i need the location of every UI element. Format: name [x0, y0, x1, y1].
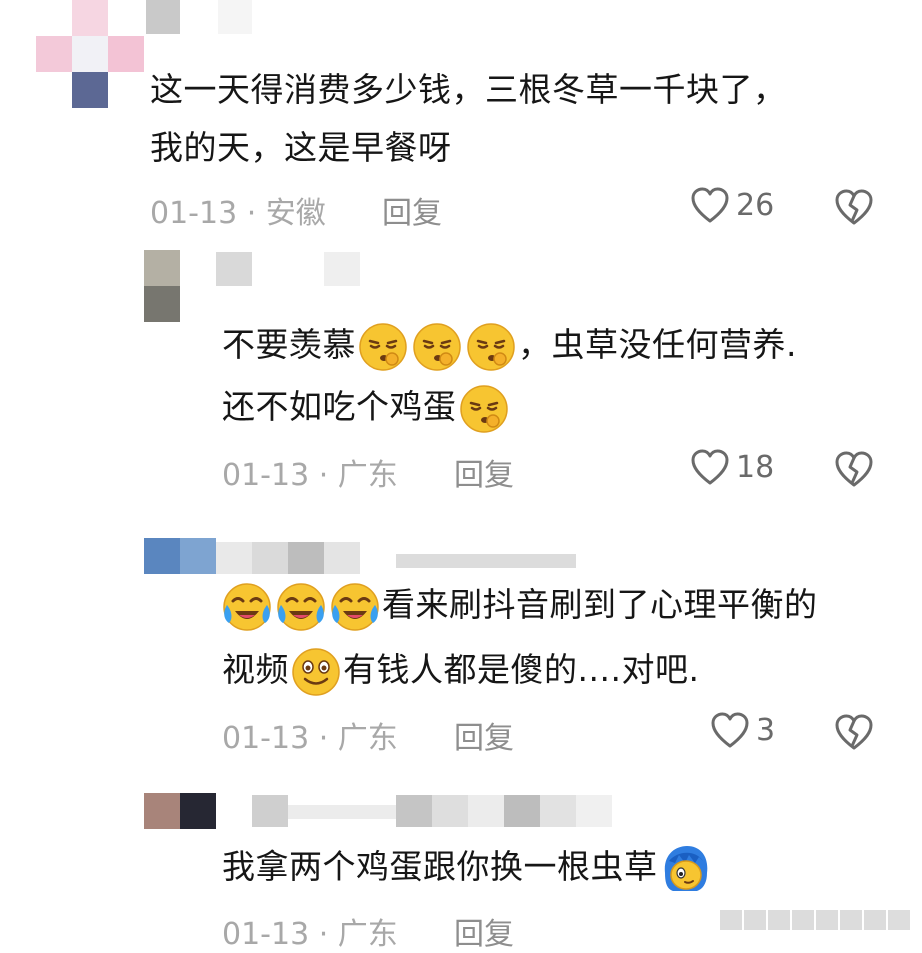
avatar[interactable] [144, 793, 216, 829]
comment-text: ，虫草没任何营养. [518, 325, 797, 364]
watermark-cell [768, 910, 790, 930]
like-count: 26 [736, 187, 775, 223]
meta-separator: · [309, 917, 338, 952]
reply-button[interactable]: 回复 [454, 909, 514, 953]
comment-text-line: 不要羡慕 ，虫草没任何营养. [222, 315, 797, 375]
comment-location: 广东 [337, 458, 398, 493]
heart-icon [711, 712, 749, 748]
like-count: 3 [756, 712, 776, 748]
crying-laughing-emoji-icon [221, 581, 273, 633]
reply-button[interactable]: 回复 [454, 713, 514, 757]
tired-emoji-icon [465, 321, 517, 373]
smile-emoji-icon [290, 646, 342, 698]
heart-icon [691, 187, 729, 223]
username-blurred[interactable] [216, 250, 366, 286]
watermark-cell [816, 910, 838, 930]
comment-date: 01-13 [222, 917, 310, 952]
tired-emoji-icon [458, 383, 510, 435]
reply-button[interactable]: 回复 [382, 188, 442, 232]
comment-date: 01-13 [222, 458, 310, 493]
tired-emoji-icon [411, 321, 463, 373]
heart-icon [691, 449, 729, 485]
reply-button[interactable]: 回复 [454, 450, 514, 494]
blue-hair-avatar-emoji-icon [659, 843, 711, 895]
watermark-blurred [720, 910, 910, 930]
broken-heart-icon[interactable] [834, 188, 874, 226]
like-button[interactable]: 18 [690, 448, 774, 486]
username-blurred[interactable] [146, 0, 256, 34]
comment-1: 这一天得消费多少钱，三根冬草一千块了， 我的天，这是早餐呀 01-13 · 安徽… [0, 0, 922, 240]
meta-separator: · [237, 196, 266, 231]
comment-location: 广东 [337, 721, 398, 756]
comment-text-line: 这一天得消费多少钱，三根冬草一千块了， [150, 70, 787, 109]
comment-meta: 01-13 · 广东 [222, 450, 398, 494]
watermark-cell [840, 910, 862, 930]
comment-text-line: 还不如吃个鸡蛋 [222, 377, 511, 437]
comment-text: 看来刷抖音刷到了心理平衡的 [382, 585, 818, 624]
comment-location: 安徽 [265, 196, 326, 231]
username-blurred[interactable] [216, 793, 616, 829]
tired-emoji-icon [357, 321, 409, 373]
comment-text: 不要羡慕 [222, 325, 356, 364]
watermark-cell [792, 910, 814, 930]
crying-laughing-emoji-icon [275, 581, 327, 633]
avatar[interactable] [36, 0, 146, 110]
comment-text: 视频 [222, 650, 289, 689]
comment-3: 看来刷抖音刷到了心理平衡的 视频 有钱人都是傻的....对吧. 01-13 · 广… [0, 520, 922, 785]
crying-laughing-emoji-icon [329, 581, 381, 633]
meta-separator: · [309, 721, 338, 756]
username-blurred[interactable] [216, 538, 576, 574]
like-count: 18 [736, 449, 775, 485]
comment-date: 01-13 [222, 721, 310, 756]
comment-text: 我拿两个鸡蛋跟你换一根虫草 [222, 847, 658, 886]
comment-text-line: 我的天，这是早餐呀 [150, 128, 452, 167]
comment-text-line: 看来刷抖音刷到了心理平衡的 [220, 575, 818, 635]
comment-meta: 01-13 · 安徽 [150, 188, 326, 232]
comment-location: 广东 [337, 917, 398, 952]
comment-meta: 01-13 · 广东 [222, 909, 398, 953]
like-button[interactable]: 26 [690, 186, 774, 224]
avatar[interactable] [144, 538, 216, 574]
comment-text-line: 我拿两个鸡蛋跟你换一根虫草 [222, 837, 712, 897]
watermark-cell [888, 910, 910, 930]
comment-meta: 01-13 · 广东 [222, 713, 398, 757]
watermark-cell [864, 910, 886, 930]
comment-2: 不要羡慕 ，虫草没任何营养. 还不如吃个鸡蛋 01-13 · 广东 回复 18 [0, 250, 922, 510]
comment-text: 还不如吃个鸡蛋 [222, 387, 457, 426]
comment-text-line: 视频 有钱人都是傻的....对吧. [222, 640, 699, 700]
meta-separator: · [309, 458, 338, 493]
comment-text: 有钱人都是傻的....对吧. [343, 650, 700, 689]
broken-heart-icon[interactable] [834, 450, 874, 488]
watermark-cell [744, 910, 766, 930]
avatar[interactable] [144, 250, 180, 322]
like-button[interactable]: 3 [710, 711, 775, 749]
comment-date: 01-13 [150, 196, 238, 231]
broken-heart-icon[interactable] [834, 713, 874, 751]
watermark-cell [720, 910, 742, 930]
